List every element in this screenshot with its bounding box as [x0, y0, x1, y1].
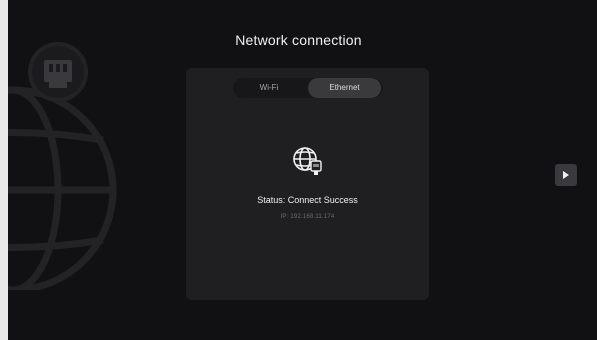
network-connection-screen: Network connection Wi-Fi Ethernet Status…	[0, 0, 597, 340]
globe-ethernet-icon	[293, 147, 322, 175]
background-ethernet-badge-icon	[28, 42, 88, 102]
background-globe-icon	[8, 42, 117, 290]
play-icon	[563, 171, 569, 179]
page-title: Network connection	[235, 32, 362, 48]
network-panel: Wi-Fi Ethernet Status: Connect Success I…	[186, 68, 429, 300]
tab-wifi[interactable]: Wi-Fi	[236, 78, 302, 98]
frame-edge	[0, 0, 8, 340]
tab-ethernet[interactable]: Ethernet	[308, 78, 381, 98]
connection-type-tabs: Wi-Fi Ethernet	[233, 78, 383, 98]
ip-address: IP: 192.168.11.174	[280, 214, 335, 220]
connection-status: Status: Connect Success	[257, 195, 358, 205]
next-button[interactable]	[555, 164, 577, 186]
